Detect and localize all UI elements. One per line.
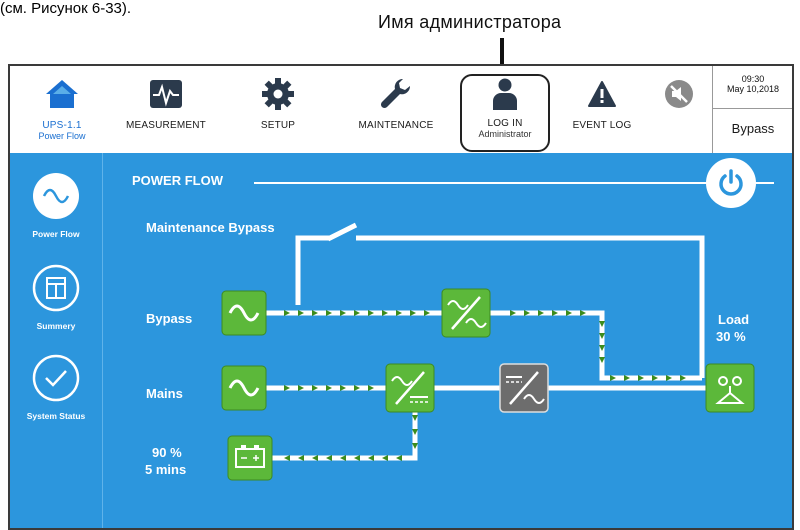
- nav-mute[interactable]: [654, 74, 704, 150]
- nav-measurement-label: MEASUREMENT: [126, 120, 206, 131]
- sidebar: Power Flow Summery System Status: [10, 153, 103, 528]
- clock-date: May 10,2018: [726, 84, 780, 94]
- summary-grid-icon: [32, 264, 80, 312]
- wrench-icon: [378, 74, 414, 114]
- nav-setup-label: SETUP: [260, 120, 296, 131]
- sine-wave-icon: [33, 173, 79, 219]
- nav-event-log[interactable]: EVENT LOG: [562, 74, 642, 150]
- static-switch-block: [441, 288, 491, 338]
- top-navigation-bar: UPS-1.1 Power Flow MEASUREMENT SETUP MAI…: [10, 66, 792, 153]
- home-icon: [44, 74, 80, 114]
- checkmark-icon: [32, 354, 80, 402]
- nav-maintenance[interactable]: MAINTENANCE: [346, 74, 446, 150]
- nav-home[interactable]: UPS-1.1 Power Flow: [22, 74, 102, 150]
- ups-panel-screen: UPS-1.1 Power Flow MEASUREMENT SETUP MAI…: [8, 64, 794, 530]
- flow-lines: [221, 222, 755, 481]
- sidebar-label-power-flow: Power Flow: [32, 229, 80, 239]
- main-panel: Power Flow Summery System Status POWER F…: [10, 153, 792, 528]
- nav-setup[interactable]: SETUP: [248, 74, 308, 150]
- page-caption: (см. Рисунок 6-33).: [0, 0, 132, 17]
- bypass-source-block: [221, 290, 267, 336]
- operating-mode: Bypass: [731, 121, 775, 136]
- nav-login-sub: Administrator: [478, 129, 532, 139]
- status-clock-panel: 09:30 May 10,2018 Bypass: [712, 66, 792, 153]
- administrator-name-callout: Имя администратора: [378, 12, 562, 32]
- rectifier-block: [385, 363, 435, 413]
- mains-source-block: [221, 365, 267, 411]
- gear-icon: [260, 74, 296, 114]
- nav-maintenance-label: MAINTENANCE: [358, 120, 434, 131]
- sidebar-item-system-status[interactable]: System Status: [10, 353, 102, 421]
- warning-icon: [587, 74, 617, 114]
- inverter-block: [499, 363, 549, 413]
- sidebar-label-summary: Summery: [36, 321, 76, 331]
- nav-event-log-label: EVENT LOG: [572, 120, 632, 131]
- sidebar-item-summary[interactable]: Summery: [10, 263, 102, 331]
- power-flow-diagram: POWER FLOW Maintenance Bypass Bypass Mai…: [102, 153, 792, 528]
- nav-home-label: UPS-1.1: [42, 120, 82, 131]
- battery-block: [227, 435, 273, 481]
- nav-measurement[interactable]: MEASUREMENT: [116, 74, 216, 150]
- waveform-monitor-icon: [149, 74, 183, 114]
- load-block: [705, 363, 755, 413]
- sidebar-label-system-status: System Status: [26, 411, 86, 421]
- nav-login-label: LOG IN: [487, 118, 523, 129]
- nav-home-sub: Power Flow: [38, 131, 86, 141]
- mute-icon: [664, 74, 694, 114]
- user-icon: [492, 74, 518, 114]
- clock-time: 09:30: [741, 74, 765, 84]
- nav-login[interactable]: LOG IN Administrator: [460, 74, 550, 150]
- clock-divider: [713, 108, 792, 109]
- sidebar-item-power-flow[interactable]: Power Flow: [10, 171, 102, 239]
